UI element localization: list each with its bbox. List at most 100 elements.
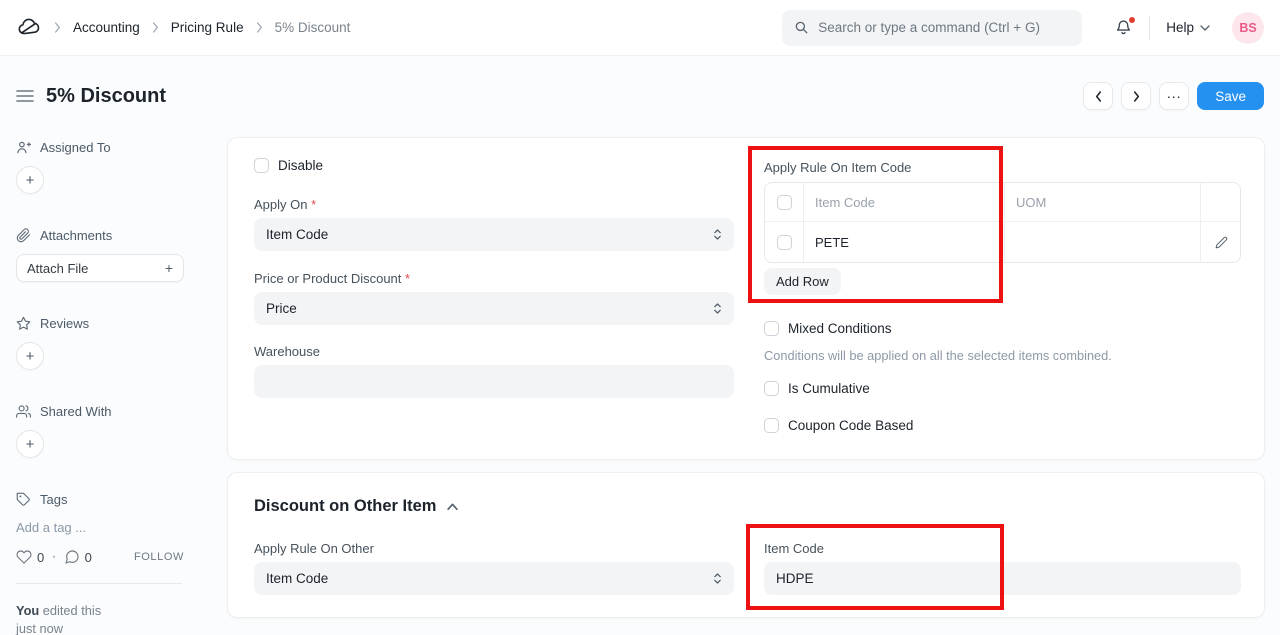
assigned-to-label: Assigned To — [40, 140, 111, 155]
select-chevrons-icon — [713, 572, 722, 585]
sidebar-toggle-icon[interactable] — [16, 89, 34, 103]
count-separator: · — [51, 548, 56, 566]
row-checkbox[interactable] — [777, 235, 792, 250]
disable-checkbox[interactable] — [254, 158, 269, 173]
next-record-button[interactable] — [1121, 82, 1151, 110]
is-cumulative-row[interactable]: Is Cumulative — [764, 381, 870, 396]
add-assignment-button[interactable]: + — [16, 166, 44, 194]
chevron-up-icon — [446, 502, 459, 511]
comment-icon[interactable] — [64, 549, 80, 565]
attachments-section: Attachments — [16, 228, 184, 243]
user-plus-icon — [16, 140, 31, 155]
page-title: 5% Discount — [46, 85, 166, 108]
column-header-uom: UOM — [1005, 183, 1201, 222]
notifications-button[interactable] — [1114, 18, 1133, 37]
coupon-code-row[interactable]: Coupon Code Based — [764, 418, 913, 433]
pricing-rule-section: Disable Apply On * Item Code Price or Pr… — [227, 137, 1265, 460]
add-tag-input[interactable]: Add a tag ... — [16, 520, 184, 535]
column-header-actions — [1201, 183, 1241, 222]
chevron-right-icon — [255, 21, 264, 34]
last-edited-info: You edited this just now — [16, 602, 101, 635]
app-logo-icon[interactable] — [16, 15, 42, 41]
breadcrumb: Accounting Pricing Rule 5% Discount — [16, 15, 350, 41]
chevron-down-icon — [1200, 25, 1210, 31]
edit-row-icon[interactable] — [1215, 236, 1228, 249]
item-code-cell[interactable]: PETE — [804, 222, 1005, 262]
other-item-code-label: Item Code — [764, 541, 824, 556]
add-row-button[interactable]: Add Row — [764, 268, 841, 295]
sidebar-divider — [16, 583, 182, 584]
comments-count: 0 — [85, 550, 92, 565]
chevron-right-icon — [53, 21, 62, 34]
attach-file-button[interactable]: Attach File + — [16, 254, 184, 282]
required-mark: * — [405, 271, 410, 286]
section-collapse-toggle[interactable]: Discount on Other Item — [254, 497, 459, 516]
tags-label: Tags — [40, 492, 67, 507]
help-label: Help — [1166, 20, 1194, 35]
follow-button[interactable]: FOLLOW — [134, 551, 184, 563]
breadcrumb-pricing-rule[interactable]: Pricing Rule — [171, 20, 244, 35]
price-or-product-select[interactable]: Price — [254, 292, 734, 325]
disable-checkbox-row[interactable]: Disable — [254, 158, 323, 173]
reviews-label: Reviews — [40, 316, 89, 331]
warehouse-label: Warehouse — [254, 344, 320, 359]
users-icon — [16, 404, 31, 419]
apply-rule-on-other-value: Item Code — [266, 571, 328, 586]
shared-with-label: Shared With — [40, 404, 112, 419]
mixed-conditions-help: Conditions will be applied on all the se… — [764, 348, 1241, 363]
chevron-right-icon — [1132, 90, 1141, 103]
item-code-table: Item Code UOM PETE — [764, 182, 1241, 263]
avatar[interactable]: BS — [1232, 12, 1264, 44]
required-mark: * — [311, 197, 316, 212]
other-item-code-input[interactable] — [764, 562, 1241, 595]
discount-on-other-item-section: Discount on Other Item Apply Rule On Oth… — [227, 472, 1265, 618]
shared-with-section: Shared With — [16, 404, 184, 419]
menu-more-button[interactable]: ... — [1159, 82, 1189, 110]
chevron-right-icon — [151, 21, 160, 34]
price-or-product-label: Price or Product Discount * — [254, 271, 410, 286]
help-menu[interactable]: Help — [1166, 20, 1210, 35]
chevron-left-icon — [1094, 90, 1103, 103]
row-edit-cell — [1201, 222, 1241, 262]
paperclip-icon — [16, 228, 31, 243]
mixed-conditions-row[interactable]: Mixed Conditions — [764, 321, 892, 336]
is-cumulative-checkbox[interactable] — [764, 381, 779, 396]
prev-record-button[interactable] — [1083, 82, 1113, 110]
heart-icon[interactable] — [16, 549, 32, 565]
edited-text: edited this — [43, 603, 101, 618]
breadcrumb-current: 5% Discount — [275, 20, 351, 35]
price-or-product-value: Price — [266, 301, 297, 316]
uom-cell[interactable] — [1005, 222, 1201, 262]
page-header: 5% Discount ... Save — [16, 74, 1264, 118]
is-cumulative-label: Is Cumulative — [788, 381, 870, 396]
form-sidebar: Assigned To + Attachments Attach File + … — [16, 140, 184, 535]
navbar-divider — [1149, 16, 1150, 40]
select-chevrons-icon — [713, 228, 722, 241]
apply-rule-on-other-label: Apply Rule On Other — [254, 541, 374, 556]
save-button[interactable]: Save — [1197, 82, 1264, 110]
apply-rule-on-other-select[interactable]: Item Code — [254, 562, 734, 595]
row-select-cell — [765, 222, 804, 262]
mixed-conditions-checkbox[interactable] — [764, 321, 779, 336]
search-input[interactable] — [818, 20, 1070, 35]
add-share-button[interactable]: + — [16, 430, 44, 458]
star-icon — [16, 316, 31, 331]
apply-on-value: Item Code — [266, 227, 328, 242]
notification-dot — [1129, 17, 1135, 23]
column-header-item-code: Item Code — [804, 183, 1005, 222]
global-search[interactable] — [782, 10, 1082, 46]
warehouse-input[interactable] — [254, 365, 734, 398]
navbar: Accounting Pricing Rule 5% Discount Help — [0, 0, 1280, 56]
engagement-row: 0 · 0 FOLLOW — [16, 548, 184, 566]
select-all-checkbox[interactable] — [777, 195, 792, 210]
coupon-code-label: Coupon Code Based — [788, 418, 913, 433]
attach-file-label: Attach File — [27, 261, 88, 276]
tags-section: Tags — [16, 492, 184, 507]
coupon-code-checkbox[interactable] — [764, 418, 779, 433]
breadcrumb-accounting[interactable]: Accounting — [73, 20, 140, 35]
likes-count: 0 — [37, 550, 44, 565]
apply-on-select[interactable]: Item Code — [254, 218, 734, 251]
add-review-button[interactable]: + — [16, 342, 44, 370]
assigned-to-section: Assigned To — [16, 140, 184, 155]
attachments-label: Attachments — [40, 228, 112, 243]
